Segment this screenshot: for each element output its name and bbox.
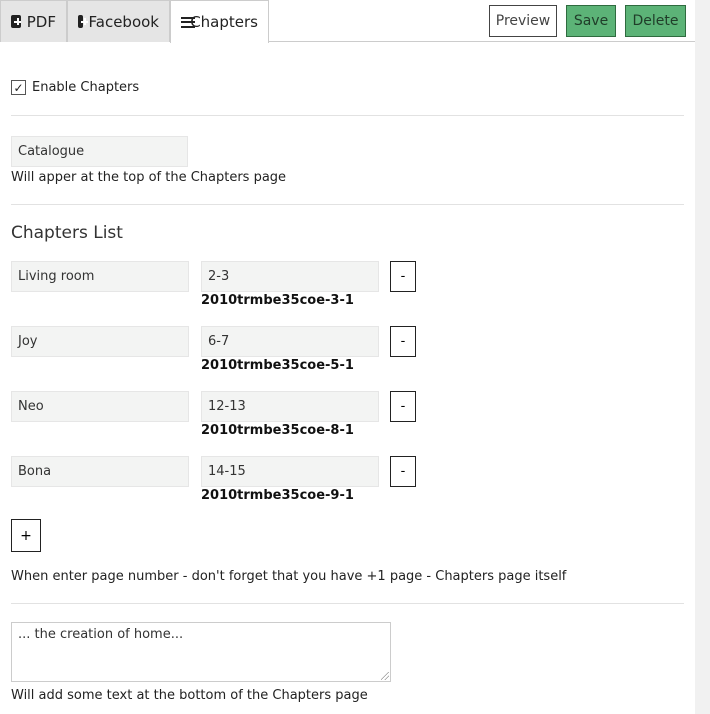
tab-facebook[interactable]: Facebook [67, 0, 170, 42]
page-number-note: When enter page number - don't forget th… [11, 569, 567, 584]
tab-pdf[interactable]: PDF [0, 0, 67, 42]
chapter-name-input[interactable]: Joy [11, 326, 189, 357]
list-icon [181, 16, 195, 28]
chapter-pages-input[interactable]: 2-3 [201, 261, 379, 292]
divider [11, 204, 684, 205]
preview-button[interactable]: Preview [489, 5, 557, 37]
plus-square-icon [78, 15, 88, 28]
chapter-name-input[interactable]: Living room [11, 261, 189, 292]
chapter-code: 2010trmbe35coe-3-1 [201, 293, 354, 308]
resize-handle-icon[interactable] [381, 672, 389, 680]
chapters-list-title: Chapters List [11, 223, 123, 243]
chapter-pages-input[interactable]: 6-7 [201, 326, 379, 357]
bottom-text-area[interactable]: ... the creation of home... [11, 622, 391, 682]
remove-chapter-button[interactable]: - [390, 456, 416, 487]
chapter-code: 2010trmbe35coe-5-1 [201, 358, 354, 373]
chapter-pages-input[interactable]: 14-15 [201, 456, 379, 487]
chapters-panel: PDF Facebook Chapters Preview Save Delet… [0, 0, 695, 714]
divider [11, 603, 684, 604]
remove-chapter-button[interactable]: - [390, 326, 416, 357]
catalogue-input[interactable]: Catalogue [11, 136, 188, 167]
remove-chapter-button[interactable]: - [390, 261, 416, 292]
chapter-name-input[interactable]: Bona [11, 456, 189, 487]
enable-chapters-row: ✓ Enable Chapters [11, 80, 139, 95]
remove-chapter-button[interactable]: - [390, 391, 416, 422]
add-chapter-button[interactable]: + [11, 519, 41, 552]
chapter-name-input[interactable]: Neo [11, 391, 189, 422]
bottom-text-help: Will add some text at the bottom of the … [11, 688, 368, 703]
tab-chapters[interactable]: Chapters [170, 0, 269, 43]
chapter-code: 2010trmbe35coe-8-1 [201, 423, 354, 438]
divider [11, 115, 684, 116]
save-button[interactable]: Save [566, 5, 616, 37]
catalogue-help: Will apper at the top of the Chapters pa… [11, 170, 287, 185]
plus-square-icon [11, 15, 21, 28]
enable-chapters-label: Enable Chapters [32, 80, 140, 95]
tab-facebook-label: Facebook [88, 12, 159, 31]
delete-button[interactable]: Delete [625, 5, 686, 37]
tab-pdf-label: PDF [26, 12, 56, 31]
enable-chapters-checkbox[interactable]: ✓ [11, 80, 26, 95]
tab-chapters-label: Chapters [190, 13, 258, 31]
chapter-code: 2010trmbe35coe-9-1 [201, 488, 354, 503]
chapter-pages-input[interactable]: 12-13 [201, 391, 379, 422]
